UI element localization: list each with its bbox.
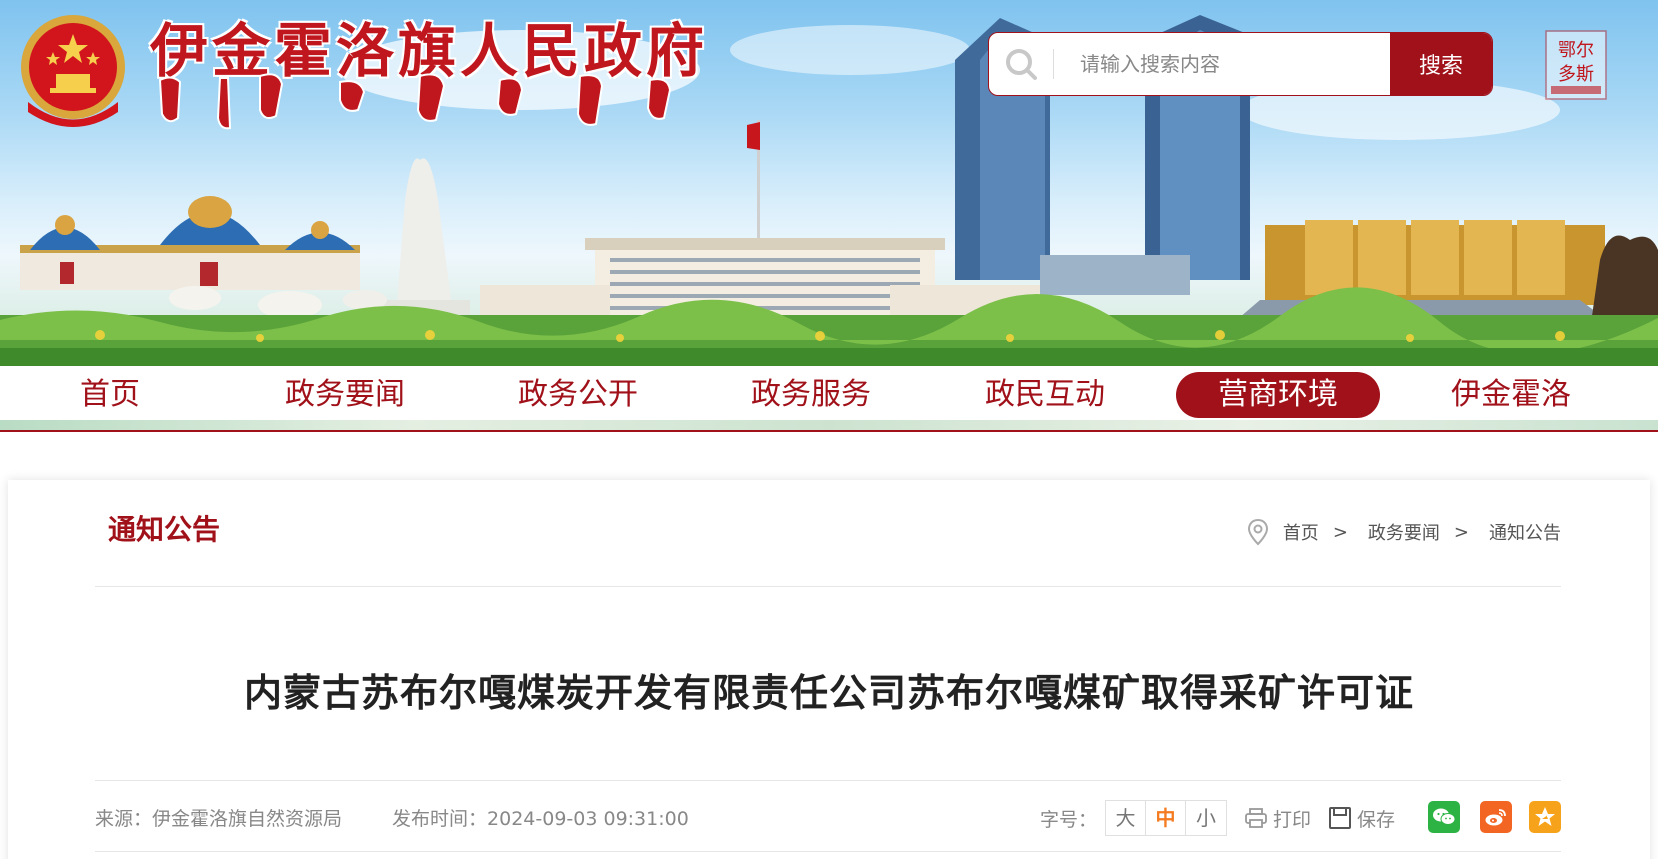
- divider: [95, 780, 1561, 781]
- national-emblem-icon: [21, 15, 125, 127]
- search-bar: 搜索: [988, 32, 1493, 96]
- font-size-large[interactable]: 大: [1106, 801, 1147, 835]
- breadcrumb-news[interactable]: 政务要闻: [1368, 519, 1440, 545]
- article-publish-time: 发布时间：2024-09-03 09:31:00: [392, 808, 689, 830]
- nav-item-yijinhuoluo[interactable]: 伊金霍洛: [1446, 372, 1576, 418]
- search-icon: [989, 33, 1053, 95]
- font-size-medium[interactable]: 中: [1146, 801, 1187, 835]
- share-wechat-button[interactable]: [1428, 801, 1460, 833]
- nav-item-disclosure[interactable]: 政务公开: [513, 372, 643, 418]
- save-label: 保存: [1357, 808, 1396, 831]
- search-input[interactable]: [1080, 33, 1390, 95]
- print-button[interactable]: 打印: [1245, 805, 1311, 832]
- print-label: 打印: [1273, 808, 1312, 831]
- main-nav: 首页 政务要闻 政务公开 政务服务 政民互动 营商环境 伊金霍洛: [0, 366, 1658, 432]
- nav-item-news[interactable]: 政务要闻: [280, 372, 410, 418]
- article-source: 来源：伊金霍洛旗自然资源局: [95, 808, 343, 830]
- divider: [95, 851, 1561, 852]
- location-pin-icon: [1247, 518, 1268, 546]
- svg-text:多斯: 多斯: [1558, 64, 1594, 85]
- breadcrumb-separator: >: [1332, 521, 1348, 543]
- weibo-icon: [1485, 809, 1506, 826]
- search-button[interactable]: 搜索: [1390, 33, 1492, 95]
- breadcrumb: 首页 > 政务要闻 > 通知公告: [1247, 518, 1561, 546]
- nav-decorative-strip: [0, 420, 1658, 430]
- nav-item-home[interactable]: 首页: [70, 372, 150, 418]
- breadcrumb-separator: >: [1453, 521, 1469, 543]
- nav-item-interaction[interactable]: 政民互动: [980, 372, 1110, 418]
- nav-item-services[interactable]: 政务服务: [746, 372, 876, 418]
- header-banner: 伊金霍洛旗人民政府 搜索 鄂尔 多斯: [0, 0, 1658, 366]
- save-icon: [1329, 807, 1352, 829]
- divider: [95, 586, 1561, 587]
- qzone-icon: [1535, 807, 1555, 826]
- wechat-icon: [1433, 808, 1456, 825]
- nav-item-business-env[interactable]: 营商环境: [1176, 372, 1380, 418]
- article-meta: 来源：伊金霍洛旗自然资源局 发布时间：2024-09-03 09:31:00: [95, 804, 689, 831]
- printer-icon: [1245, 808, 1267, 828]
- search-divider: [1053, 49, 1054, 79]
- font-size-selector: 大 中 小: [1105, 800, 1228, 836]
- font-size-label: 字号：: [1040, 808, 1098, 831]
- breadcrumb-notices[interactable]: 通知公告: [1489, 519, 1561, 545]
- save-button[interactable]: 保存: [1329, 805, 1395, 832]
- section-title: 通知公告: [108, 513, 221, 546]
- font-size-small[interactable]: 小: [1186, 801, 1226, 835]
- share-weibo-button[interactable]: [1480, 801, 1512, 833]
- breadcrumb-home[interactable]: 首页: [1283, 519, 1319, 545]
- mongolian-script-image: [158, 73, 672, 130]
- svg-text:鄂尔: 鄂尔: [1558, 40, 1594, 61]
- ordos-logo[interactable]: 鄂尔 多斯: [1545, 30, 1607, 100]
- article-tools: 字号： 大 中 小 打印 保存: [1040, 800, 1413, 836]
- article-title: 内蒙古苏布尔嘎煤炭开发有限责任公司苏布尔嘎煤矿取得采矿许可证: [243, 671, 1414, 715]
- share-qzone-button[interactable]: [1529, 801, 1561, 833]
